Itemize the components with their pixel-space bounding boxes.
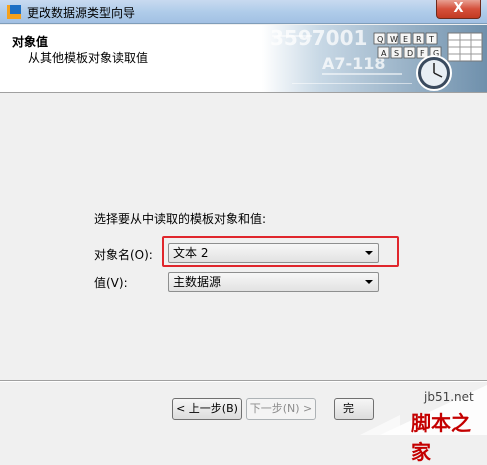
next-button[interactable]: 下一步(N) > (246, 398, 316, 420)
keyboard-key-label: A (381, 49, 387, 58)
object-name-label: 对象名(O): (94, 248, 153, 262)
clock-icon (416, 55, 452, 91)
back-button[interactable]: < 上一步(B) (172, 398, 242, 420)
keyboard-key-label: W (390, 35, 398, 44)
header-banner-image: 3597001 A7-118 Q W E R TA S D F G (262, 25, 487, 92)
keyboard-key-label: T (428, 35, 434, 44)
banner-number: 3597001 (270, 26, 367, 50)
keyboard-key-label: F (420, 49, 425, 58)
keyboard-key-label: Q (377, 35, 383, 44)
title-bar: 更改数据源类型向导 X (0, 0, 487, 24)
watermark-site-name: 脚本之家 (411, 411, 471, 464)
chevron-down-icon (365, 280, 373, 284)
keyboard-key-label: S (394, 49, 399, 58)
object-name-dropdown[interactable]: 文本 2 (168, 243, 379, 263)
footer-divider (0, 380, 487, 382)
keyboard-key-label: D (407, 49, 413, 58)
app-icon (7, 5, 21, 19)
close-button[interactable]: X (436, 0, 481, 19)
keyboard-key-label: E (403, 35, 408, 44)
wizard-header: 对象值 从其他模板对象读取值 3597001 A7-118 Q W E R T … (0, 25, 487, 93)
instruction-text: 选择要从中读取的模板对象和值: (94, 212, 267, 226)
spreadsheet-icon (447, 32, 483, 62)
window-title: 更改数据源类型向导 (27, 6, 136, 20)
object-name-value: 文本 2 (173, 246, 209, 260)
value-dropdown-value: 主数据源 (173, 275, 222, 289)
keyboard-key-label: R (416, 35, 422, 44)
value-label: 值(V): (94, 276, 128, 290)
banner-code: A7-118 (322, 54, 386, 73)
page-subtitle: 从其他模板对象读取值 (28, 51, 149, 65)
value-dropdown[interactable]: 主数据源 (168, 272, 379, 292)
close-icon: X (453, 1, 464, 16)
watermark-domain: jb51.net (424, 390, 474, 404)
chevron-down-icon (365, 251, 373, 255)
page-title: 对象值 (12, 35, 49, 49)
